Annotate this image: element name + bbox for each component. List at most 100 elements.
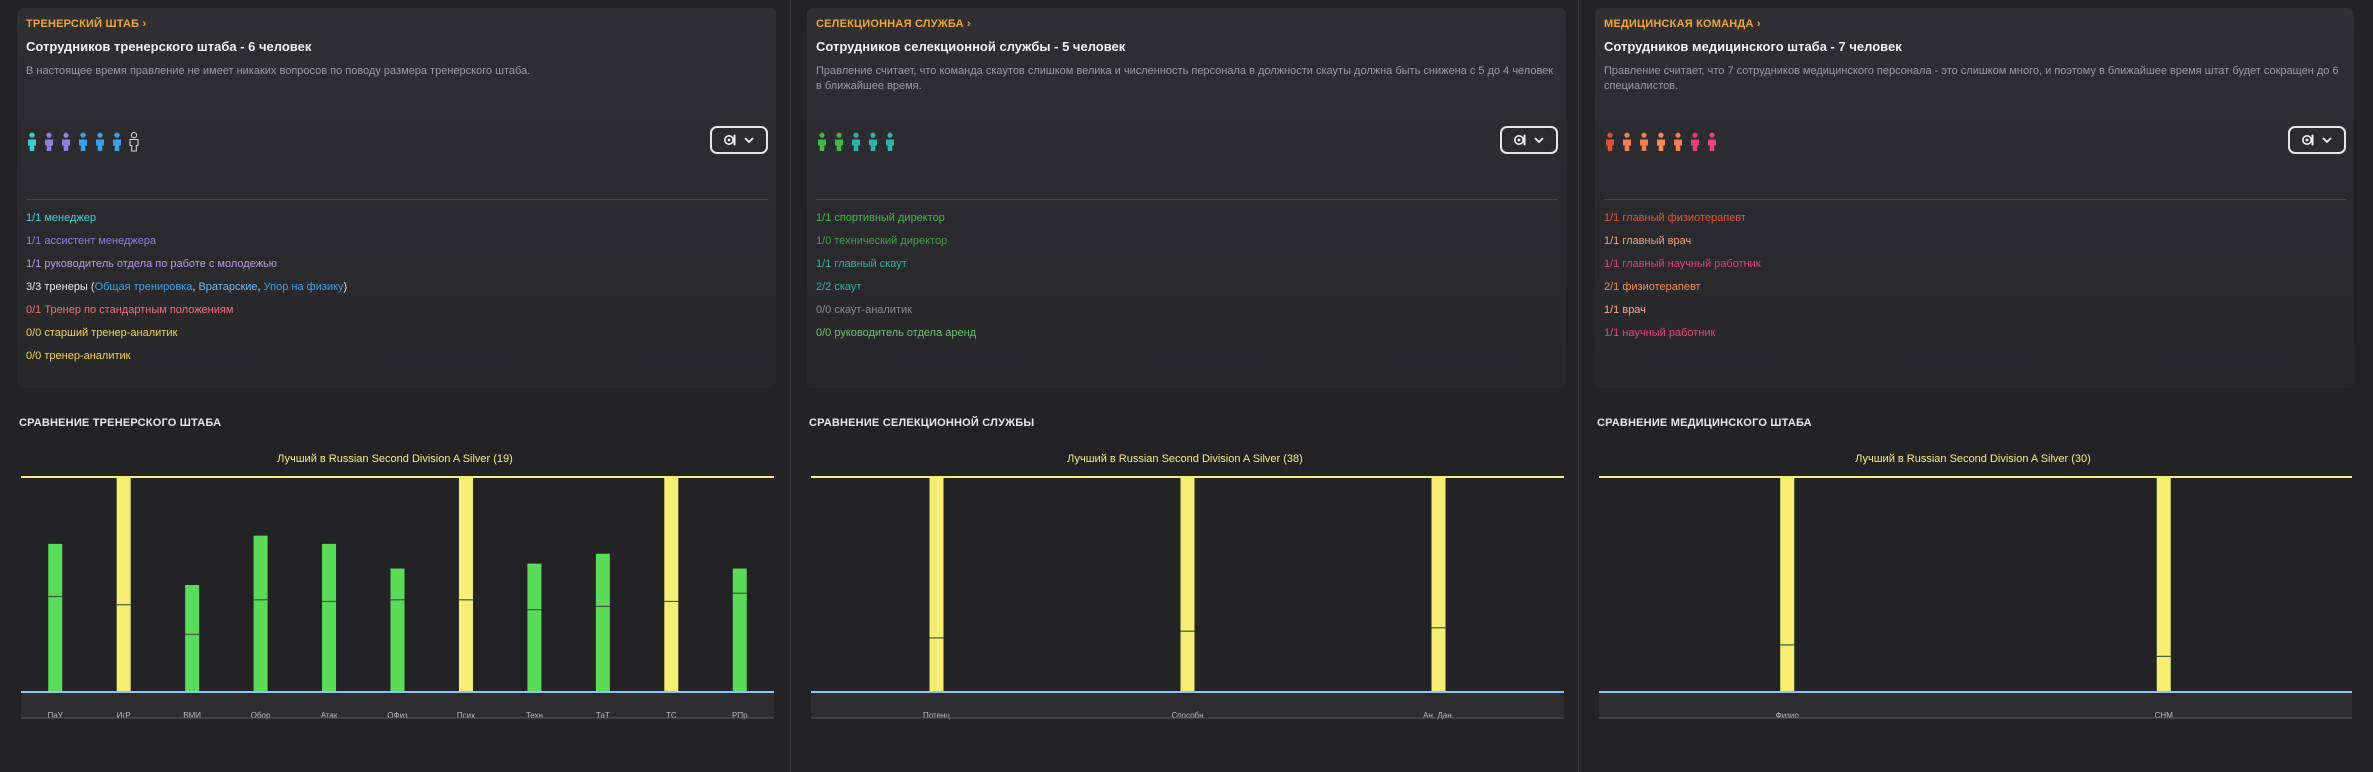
person-icon [869, 132, 877, 151]
attribute-tick-label: Псих [457, 711, 475, 720]
staff-settings-icon [724, 134, 736, 146]
coach-attribute-link[interactable]: Упор на физику [264, 281, 344, 293]
attribute-tick-label: Способн [1171, 711, 1203, 720]
role-text: 1/1 спортивный директор [816, 212, 945, 224]
role-text: 1/1 главный физиотерапевт [1604, 212, 1746, 224]
role-row: 0/0 тренер-аналитик [26, 345, 347, 368]
person-icon [1623, 132, 1631, 151]
role-text: 2/2 скаут [816, 281, 862, 293]
attribute-tick-label: Атак [321, 711, 338, 720]
staff-bar [1180, 478, 1195, 692]
scouting-staff-column: СЕЛЕКЦИОННАЯ СЛУЖБА › Сотрудников селекц… [790, 0, 1580, 772]
coaching-staff-column: ТРЕНЕРСКИЙ ШТАБ › Сотрудников тренерског… [0, 0, 790, 772]
attribute-tick-label: ТС [666, 711, 677, 720]
attribute-tick-label: Обор [251, 711, 271, 720]
card-divider [26, 199, 768, 200]
role-text: 0/0 руководитель отдела аренд [816, 327, 977, 339]
person-icon [852, 132, 860, 151]
person-icon [886, 132, 894, 151]
person-icon [113, 132, 121, 151]
staff-bar [185, 585, 200, 692]
role-list: 1/1 спортивный директор 1/0 технический д… [816, 207, 976, 345]
staff-bar [322, 543, 337, 692]
staff-summary-card: МЕДИЦИНСКАЯ КОМАНДА › Сотрудников медици… [1595, 8, 2354, 388]
chevron-right-icon: › [1756, 18, 1761, 30]
staff-comparison-chart: Физио СНМ [1599, 476, 2352, 720]
person-icon [1674, 132, 1682, 151]
person-icon [1708, 132, 1716, 151]
person-icon [818, 132, 826, 151]
staff-bar [48, 543, 63, 692]
role-text: 0/1 Тренер по стандартным положениям [26, 304, 234, 316]
staff-bar [1780, 478, 1795, 692]
staff-count-title: Сотрудников тренерского штаба - 6 челове… [26, 39, 312, 54]
attribute-tick-label: Техн [526, 711, 543, 720]
role-list: 1/1 главный физиотерапевт 1/1 главный вра… [1604, 207, 1761, 345]
person-icon [62, 132, 70, 151]
role-row: 0/0 руководитель отдела аренд [816, 322, 976, 345]
person-icon [1640, 132, 1648, 151]
best-in-league-label: Лучший в Russian Second Division A Silve… [1067, 453, 1303, 465]
staff-settings-icon [2302, 134, 2314, 146]
staff-summary-card: ТРЕНЕРСКИЙ ШТАБ › Сотрудников тренерског… [17, 8, 776, 388]
person-icon [1606, 132, 1614, 151]
role-row: 2/2 скаут [816, 276, 976, 299]
comparison-title: СРАВНЕНИЕ ТРЕНЕРСКОГО ШТАБА [19, 417, 222, 429]
staff-bar [2156, 478, 2171, 692]
category-link[interactable]: МЕДИЦИНСКАЯ КОМАНДА › [1604, 18, 1761, 30]
staff-bar [929, 478, 944, 692]
role-row: 0/1 Тренер по стандартным положениям [26, 299, 347, 322]
staff-bar [527, 563, 542, 692]
best-in-league-label: Лучший в Russian Second Division A Silve… [277, 453, 513, 465]
role-list: 1/1 менеджер 1/1 ассистент менеджера 1/1 р… [26, 207, 347, 368]
attribute-tick-label: ВМИ [183, 711, 201, 720]
staff-people-row [816, 132, 896, 152]
staff-people-row [1604, 132, 1718, 152]
attribute-tick-label: Ан. Дан. [1423, 711, 1454, 720]
chevron-down-icon [744, 137, 754, 144]
staff-settings-dropdown[interactable] [2288, 126, 2346, 154]
attribute-tick-label: РПр [732, 711, 748, 720]
role-text: 1/1 главный скаут [816, 258, 907, 270]
coach-attribute-link[interactable]: Общая тренировка [95, 281, 193, 293]
card-divider [1604, 199, 2346, 200]
role-text: 1/1 врач [1604, 304, 1646, 316]
staff-settings-icon [1514, 134, 1526, 146]
staff-bar [116, 478, 131, 692]
staff-bar [458, 478, 473, 692]
person-icon [28, 132, 36, 151]
staff-bar [732, 568, 747, 692]
worst-band [1599, 692, 2352, 718]
board-comment: Правление считает, что 7 сотрудников мед… [1604, 65, 2339, 92]
attribute-tick-label: ИгР [117, 711, 131, 720]
staff-bar [390, 568, 405, 692]
role-text: 1/1 менеджер [26, 212, 96, 224]
role-text: 1/1 руководитель отдела по работе с моло… [26, 258, 278, 270]
role-row: 1/1 спортивный директор [816, 207, 976, 230]
role-row: 1/1 главный врач [1604, 230, 1761, 253]
chevron-down-icon [2322, 137, 2332, 144]
comparison-title: СРАВНЕНИЕ СЕЛЕКЦИОННОЙ СЛУЖБЫ [809, 417, 1035, 429]
category-link[interactable]: ТРЕНЕРСКИЙ ШТАБ › [26, 18, 146, 30]
role-text: 1/1 научный работник [1604, 327, 1716, 339]
staff-settings-dropdown[interactable] [1500, 126, 1558, 154]
role-row: 1/0 технический директор [816, 230, 976, 253]
staff-bar [1431, 478, 1446, 692]
staff-comparison-chart: ПаУ ИгР ВМИ Обор Атак ОФиз Псих Техн ТаТ ТС РПр [21, 476, 774, 720]
role-text: 1/1 главный врач [1604, 235, 1692, 247]
role-text: 3/3 тренеры ( [26, 281, 95, 293]
best-in-league-label: Лучший в Russian Second Division A Silve… [1855, 453, 2091, 465]
person-icon [79, 132, 87, 151]
staff-count-title: Сотрудников селекционной службы - 5 чело… [816, 39, 1126, 54]
category-link[interactable]: СЕЛЕКЦИОННАЯ СЛУЖБА › [816, 18, 971, 30]
role-text: 0/0 тренер-аналитик [26, 350, 131, 362]
person-icon [1691, 132, 1699, 151]
attribute-tick-label: СНМ [2155, 711, 2174, 720]
staff-summary-card: СЕЛЕКЦИОННАЯ СЛУЖБА › Сотрудников селекц… [807, 8, 1566, 388]
staff-settings-dropdown[interactable] [710, 126, 768, 154]
coach-attribute-link[interactable]: Вратарские [198, 281, 257, 293]
category-label: СЕЛЕКЦИОННАЯ СЛУЖБА [816, 18, 964, 30]
role-row: 1/1 руководитель отдела по работе с моло… [26, 253, 347, 276]
staff-bar [664, 478, 679, 692]
role-text: 1/1 главный научный работник [1604, 258, 1761, 270]
